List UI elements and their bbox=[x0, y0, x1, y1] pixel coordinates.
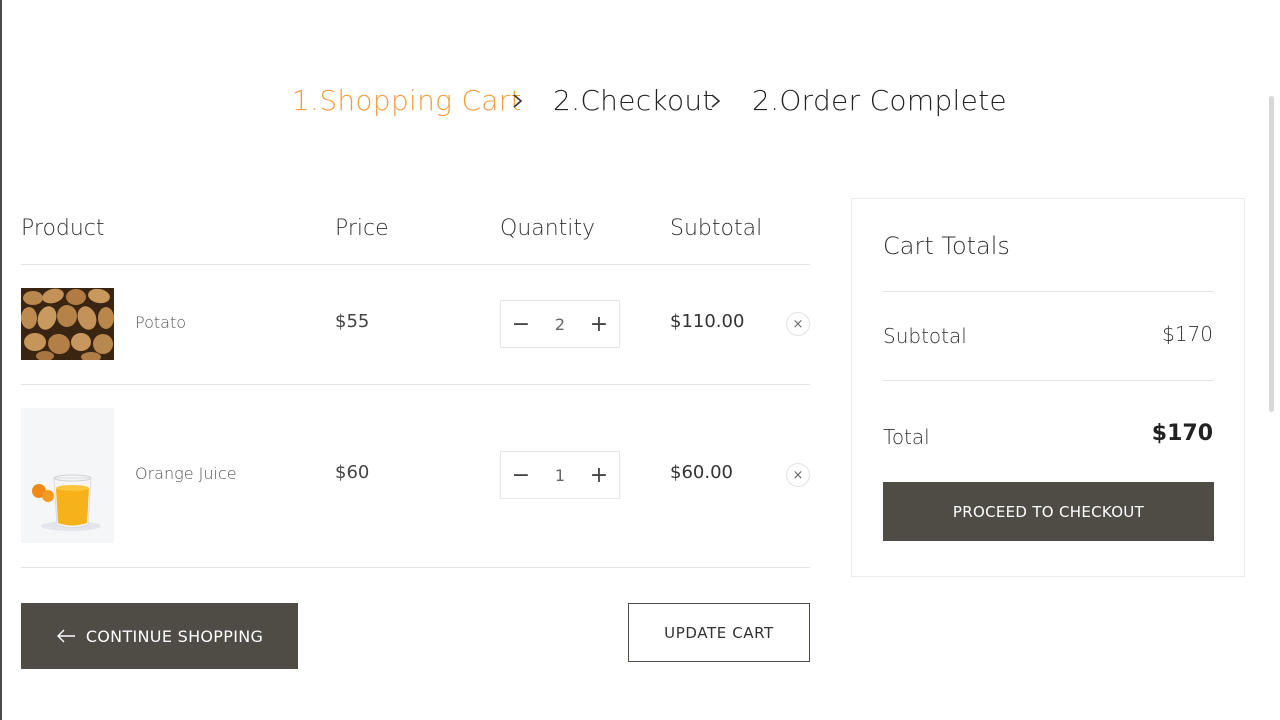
divider bbox=[21, 384, 810, 385]
potato-image[interactable] bbox=[21, 288, 114, 360]
chevron-right-icon bbox=[512, 90, 524, 112]
step-shopping-cart[interactable]: 1.Shopping Cart bbox=[292, 84, 522, 117]
subtotal-value: $170 bbox=[1162, 322, 1213, 346]
quantity-value[interactable]: 1 bbox=[541, 452, 579, 498]
continue-shopping-label: CONTINUE SHOPPING bbox=[85, 626, 264, 646]
quantity-stepper[interactable]: − 1 + bbox=[500, 451, 620, 499]
cart-totals-panel: Cart Totals Subtotal $170 Total $170 PRO… bbox=[851, 198, 1245, 577]
product-price: $55 bbox=[335, 311, 370, 332]
remove-item-button[interactable]: × bbox=[786, 312, 810, 336]
decrease-quantity-button[interactable]: − bbox=[503, 452, 539, 498]
divider bbox=[21, 567, 810, 568]
column-header-subtotal: Subtotal bbox=[670, 216, 763, 241]
decrease-quantity-button[interactable]: − bbox=[503, 301, 539, 347]
quantity-stepper[interactable]: − 2 + bbox=[500, 300, 620, 348]
product-price: $60 bbox=[335, 462, 370, 483]
table-row: Potato $55 − 2 + $110.00 × bbox=[21, 288, 810, 360]
arrow-left-icon bbox=[56, 629, 76, 643]
divider bbox=[883, 291, 1214, 292]
step-order-complete[interactable]: 2.Order Complete bbox=[752, 84, 1007, 117]
total-label: Total bbox=[883, 425, 930, 449]
divider bbox=[21, 264, 810, 265]
table-row: Orange Juice $60 − 1 + $60.00 × bbox=[21, 408, 810, 543]
page-scrollbar[interactable] bbox=[1269, 96, 1274, 412]
subtotal-label: Subtotal bbox=[883, 324, 967, 348]
product-name[interactable]: Orange Juice bbox=[135, 464, 237, 483]
column-header-product: Product bbox=[21, 216, 105, 241]
product-name[interactable]: Potato bbox=[135, 313, 186, 332]
chevron-right-icon bbox=[710, 90, 722, 112]
step-checkout[interactable]: 2.Checkout bbox=[553, 84, 714, 117]
orange-juice-image[interactable] bbox=[21, 408, 114, 543]
cart-totals-title: Cart Totals bbox=[883, 232, 1010, 260]
total-value: $170 bbox=[1151, 421, 1213, 446]
quantity-value[interactable]: 2 bbox=[541, 301, 579, 347]
remove-item-button[interactable]: × bbox=[786, 463, 810, 487]
divider bbox=[883, 380, 1214, 381]
column-header-quantity: Quantity bbox=[500, 216, 596, 241]
continue-shopping-button[interactable]: CONTINUE SHOPPING bbox=[21, 603, 298, 669]
checkout-steps: 1.Shopping Cart 2.Checkout 2.Order Compl… bbox=[0, 84, 1280, 124]
increase-quantity-button[interactable]: + bbox=[581, 452, 617, 498]
proceed-to-checkout-button[interactable]: PROCEED TO CHECKOUT bbox=[883, 482, 1214, 541]
update-cart-button[interactable]: UPDATE CART bbox=[628, 603, 810, 662]
row-subtotal: $60.00 bbox=[670, 462, 733, 483]
column-header-price: Price bbox=[335, 216, 389, 241]
row-subtotal: $110.00 bbox=[670, 311, 745, 332]
increase-quantity-button[interactable]: + bbox=[581, 301, 617, 347]
